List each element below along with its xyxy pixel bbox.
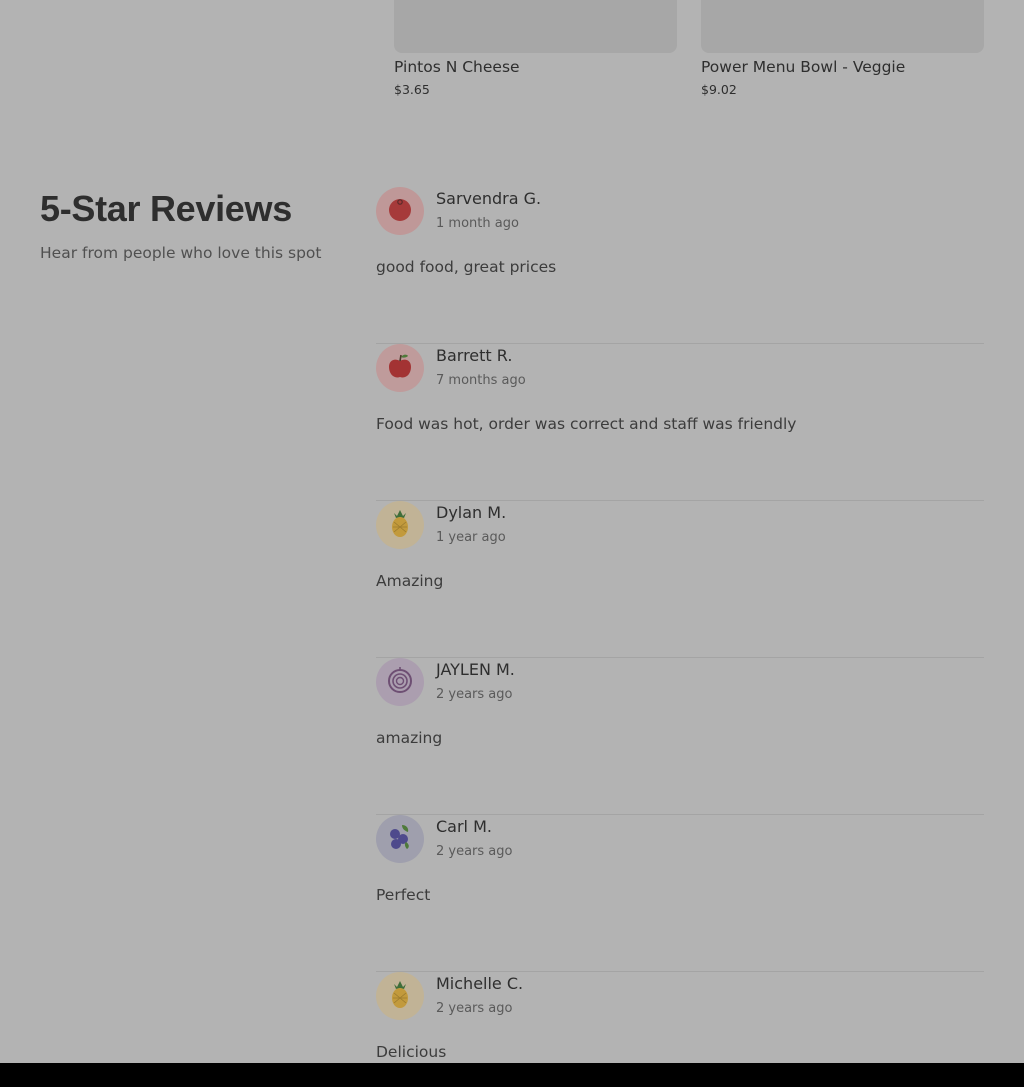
review-time: 2 years ago — [436, 844, 513, 859]
review-text: Delicious — [376, 1043, 447, 1061]
menu-item-price: $9.02 — [701, 82, 737, 97]
avatar — [376, 344, 424, 392]
menu-item-price: $3.65 — [394, 82, 430, 97]
reviewer-name: Barrett R. — [436, 346, 513, 365]
avatar — [376, 658, 424, 706]
reviewer-name: Michelle C. — [436, 974, 524, 993]
menu-item-card[interactable]: Pintos N Cheese $3.65 — [394, 0, 677, 97]
review-text: amazing — [376, 729, 443, 747]
pineapple-icon — [385, 979, 415, 1013]
review-item: JAYLEN M. 2 years ago amazing — [376, 658, 984, 815]
review-text: Food was hot, order was correct and staf… — [376, 415, 797, 433]
menu-item-name: Pintos N Cheese — [394, 58, 520, 76]
menu-item-image[interactable] — [701, 0, 984, 53]
reviewer-name: Carl M. — [436, 817, 492, 836]
avatar — [376, 815, 424, 863]
menu-item-image[interactable] — [394, 0, 677, 53]
review-item: Dylan M. 1 year ago Amazing — [376, 501, 984, 658]
menu-item-card[interactable]: Power Menu Bowl - Veggie $9.02 — [701, 0, 984, 97]
review-text: good food, great prices — [376, 258, 557, 276]
avatar — [376, 972, 424, 1020]
review-item: Carl M. 2 years ago Perfect — [376, 815, 984, 972]
reviewer-name: JAYLEN M. — [436, 660, 515, 679]
review-time: 2 years ago — [436, 1001, 513, 1016]
reviewer-name: Dylan M. — [436, 503, 507, 522]
onion-icon — [385, 665, 415, 699]
review-time: 2 years ago — [436, 687, 513, 702]
review-text: Perfect — [376, 886, 431, 904]
reviews-list: Sarvendra G. 1 month ago good food, grea… — [376, 187, 984, 1087]
review-time: 1 year ago — [436, 530, 506, 545]
blueberry-icon — [385, 822, 415, 856]
review-time: 7 months ago — [436, 373, 526, 388]
apple-icon — [385, 351, 415, 385]
avatar — [376, 501, 424, 549]
avatar — [376, 187, 424, 235]
menu-items-row: Pintos N Cheese $3.65 Power Menu Bowl - … — [394, 0, 984, 110]
review-time: 1 month ago — [436, 216, 519, 231]
reviews-subtitle: Hear from people who love this spot — [40, 244, 322, 262]
pineapple-icon — [385, 508, 415, 542]
menu-item-name: Power Menu Bowl - Veggie — [701, 58, 906, 76]
review-item: Sarvendra G. 1 month ago good food, grea… — [376, 187, 984, 344]
bottom-bar — [0, 1063, 1024, 1087]
review-item: Barrett R. 7 months ago Food was hot, or… — [376, 344, 984, 501]
reviews-header: 5-Star Reviews Hear from people who love… — [40, 186, 340, 262]
reviews-title: 5-Star Reviews — [40, 188, 292, 229]
review-text: Amazing — [376, 572, 444, 590]
tomato-icon — [385, 194, 415, 228]
reviewer-name: Sarvendra G. — [436, 189, 542, 208]
